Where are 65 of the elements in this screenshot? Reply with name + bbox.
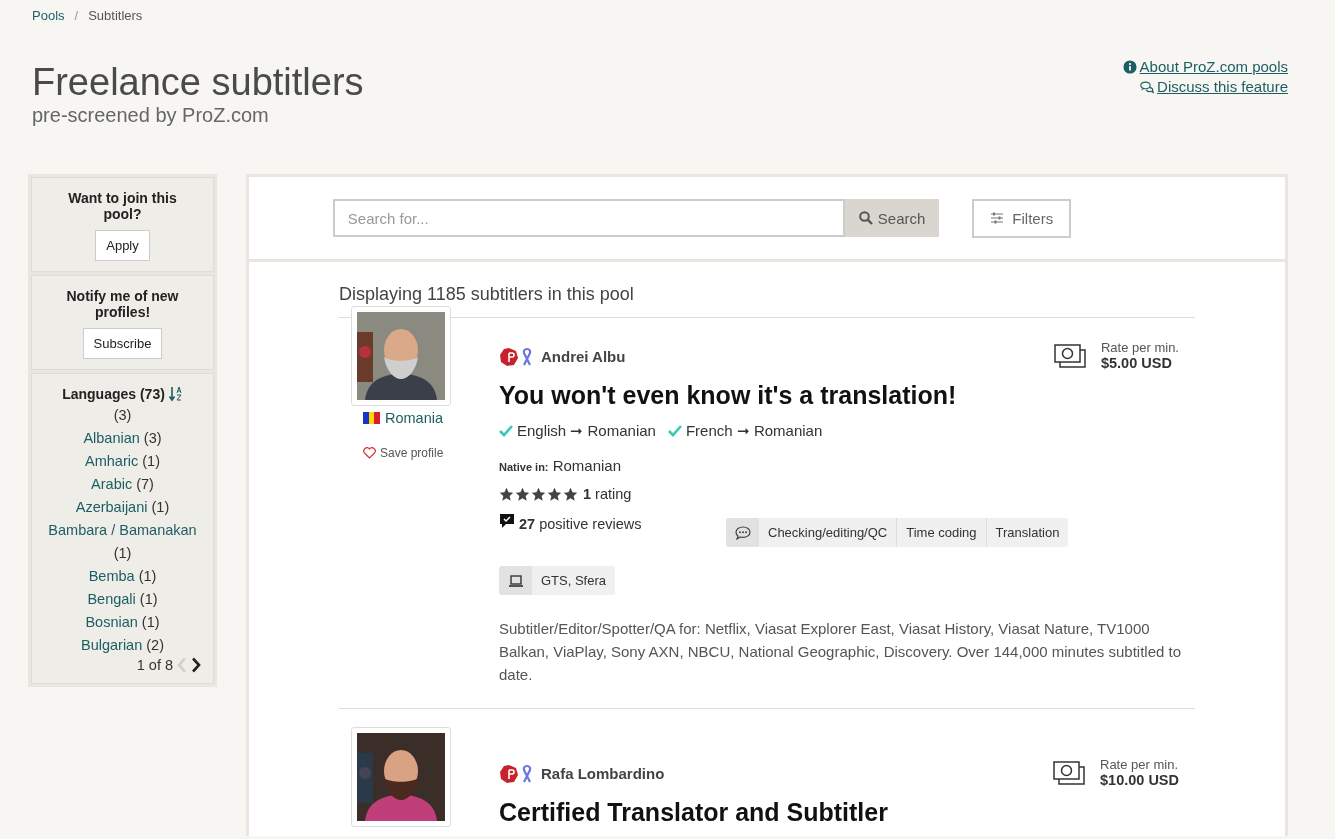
rate-label: Rate per min. <box>1100 340 1179 355</box>
language-pair: French ➞ Romanian <box>685 422 823 440</box>
profile-headline: You won't even know it's a translation! <box>499 381 958 410</box>
filters-button[interactable]: Filters <box>972 198 1072 238</box>
service-tag: Translation <box>985 518 1069 547</box>
check-icon <box>667 425 682 437</box>
language-item[interactable]: Bambara / Bamanakan (1) <box>40 519 205 565</box>
language-item[interactable]: Albanian (3) <box>40 427 205 450</box>
page-subtitle: pre-screened by ProZ.com <box>32 104 270 127</box>
header-link[interactable]: Discuss this feature <box>1140 78 1288 95</box>
header-link[interactable]: About ProZ.com pools <box>1122 58 1288 75</box>
search-field[interactable]: Search for... <box>332 199 845 237</box>
banknotes-icon <box>1053 344 1087 370</box>
language-item[interactable]: Arabic (7) <box>40 473 205 496</box>
heart-icon <box>363 447 376 459</box>
reviews-count[interactable]: 27 positive reviews <box>519 516 642 532</box>
panel-heading: Want to join this pool? <box>67 190 178 222</box>
language-item[interactable]: Bosnian (1) <box>40 611 205 634</box>
service-tag: Time coding <box>896 518 986 547</box>
star-icon <box>499 486 514 502</box>
panel-button[interactable]: Subscribe <box>82 328 163 359</box>
star-icon <box>515 486 530 502</box>
language-item[interactable]: Azerbaijani (1) <box>40 496 205 519</box>
language-item[interactable]: (3) <box>40 404 205 427</box>
breadcrumb-separator: / <box>74 8 79 25</box>
search-icon <box>858 211 873 225</box>
save-profile-link[interactable]: Save profile <box>363 446 444 460</box>
rate-value: $5.00 USD <box>1100 355 1173 371</box>
tool-tag: GTS, Sfera <box>532 566 616 595</box>
language-item[interactable]: Bengali (1) <box>40 588 205 611</box>
check-icon <box>499 425 513 437</box>
star-icon <box>531 486 546 502</box>
sort-icon[interactable] <box>168 386 183 402</box>
search-button[interactable]: Search <box>844 199 940 237</box>
rating-count[interactable]: 1 rating <box>583 486 632 502</box>
rate-label: Rate per min. <box>1100 757 1179 772</box>
profile-name[interactable]: Andrei Albu <box>541 348 626 365</box>
native-language: Native in: Romanian <box>499 457 623 474</box>
flag-icon <box>363 412 380 424</box>
laptop-icon <box>507 573 524 588</box>
profile-name[interactable]: Rafa Lombardino <box>541 765 665 782</box>
breadcrumb-link[interactable]: Pools <box>32 8 65 30</box>
page-indicator: 1 of 8 <box>136 657 173 673</box>
banknotes-icon <box>1053 761 1086 787</box>
breadcrumb-current: Subtitlers <box>88 8 143 25</box>
language-item[interactable]: Amharic (1) <box>40 450 205 473</box>
language-item[interactable]: Bulgarian (2) <box>40 634 205 657</box>
profile-bio: Subtitler/Editor/Spotter/QA for: Netflix, Viasat Explorer East, Viasat History, Viasat Nature, TV1000 Balkan, ViaPlay, Sony AXN, NBCU, National Geographic, Discovery. Over 144,000 minutes subtitled to date. <box>499 619 1182 685</box>
rate-value: $10.00 USD <box>1100 772 1179 788</box>
country-name: Romania <box>385 410 444 426</box>
speech-bubble-check-icon <box>499 513 515 529</box>
speech-bubbles-icon <box>1140 79 1155 94</box>
info-icon <box>1122 59 1137 74</box>
panel-heading: Notify me of new profiles! <box>65 288 180 320</box>
service-tag: Checking/editing/QC <box>759 518 897 547</box>
star-icon <box>547 486 562 502</box>
speech-bubble-icon <box>734 525 751 540</box>
language-pair: English ➞ Romanian <box>517 422 656 440</box>
panel-button[interactable]: Apply <box>95 230 150 261</box>
star-icon <box>563 486 578 502</box>
language-item[interactable]: Bemba (1) <box>40 565 205 588</box>
profile-headline: Certified Translator and Subtitler <box>499 798 889 827</box>
sliders-icon <box>990 211 1005 225</box>
page-title: Freelance subtitlers <box>32 60 364 104</box>
languages-heading: Languages (73) <box>62 386 165 402</box>
